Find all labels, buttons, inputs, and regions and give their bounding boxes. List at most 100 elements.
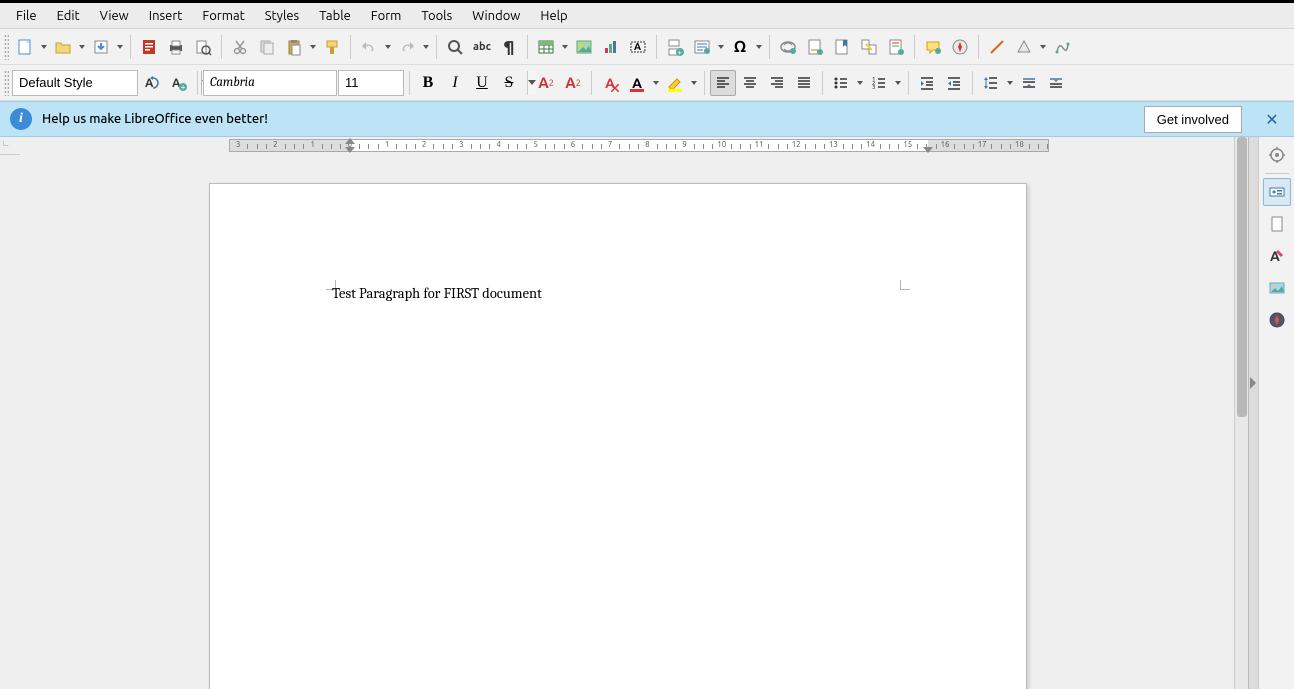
toolbar-grip[interactable]: [4, 70, 9, 96]
bold-button[interactable]: B: [415, 70, 441, 96]
cut-button[interactable]: [227, 34, 253, 60]
insert-field-button[interactable]: [689, 34, 715, 60]
open-button[interactable]: [50, 34, 76, 60]
clear-formatting-button[interactable]: A: [597, 70, 623, 96]
line-spacing-button[interactable]: [978, 70, 1004, 96]
new-style-button[interactable]: A+: [166, 70, 192, 96]
sidebar-settings-button[interactable]: [1263, 141, 1291, 169]
sidebar-styles-button[interactable]: A: [1263, 242, 1291, 270]
insert-image-button[interactable]: [571, 34, 597, 60]
toolbar-grip[interactable]: [4, 34, 9, 60]
menu-styles[interactable]: Styles: [255, 6, 309, 26]
scrollbar-thumb[interactable]: [1237, 137, 1247, 417]
export-pdf-button[interactable]: [136, 34, 162, 60]
bullet-list-dropdown[interactable]: [855, 70, 865, 96]
indent-marker[interactable]: [345, 147, 355, 153]
font-size-combo[interactable]: [338, 70, 404, 96]
insert-page-break-button[interactable]: +: [662, 34, 688, 60]
find-replace-button[interactable]: [442, 34, 468, 60]
track-changes-button[interactable]: [883, 34, 909, 60]
redo-button[interactable]: [394, 34, 420, 60]
paste-button[interactable]: [281, 34, 307, 60]
undo-dropdown[interactable]: [383, 34, 393, 60]
document-canvas[interactable]: Test Paragraph for FIRST document: [0, 155, 1234, 689]
update-style-button[interactable]: A: [139, 70, 165, 96]
get-involved-button[interactable]: Get involved: [1144, 106, 1242, 133]
document-body-text[interactable]: Test Paragraph for FIRST document: [332, 285, 904, 302]
highlight-button[interactable]: [662, 70, 688, 96]
sidebar-collapse-handle[interactable]: [1248, 137, 1258, 689]
insert-symbol-dropdown[interactable]: [754, 34, 764, 60]
decrease-para-spacing-button[interactable]: [1043, 70, 1069, 96]
insert-bookmark-button[interactable]: [829, 34, 855, 60]
subscript-button[interactable]: A2: [560, 70, 586, 96]
undo-button[interactable]: [356, 34, 382, 60]
bullet-list-button[interactable]: [828, 70, 854, 96]
insert-table-dropdown[interactable]: [560, 34, 570, 60]
navigator-button[interactable]: [947, 34, 973, 60]
sidebar-page-button[interactable]: [1263, 210, 1291, 238]
superscript-button[interactable]: A2: [533, 70, 559, 96]
insert-textbox-button[interactable]: A: [625, 34, 651, 60]
menu-insert[interactable]: Insert: [139, 6, 193, 26]
align-left-button[interactable]: [710, 70, 736, 96]
print-preview-button[interactable]: [190, 34, 216, 60]
page[interactable]: Test Paragraph for FIRST document: [209, 183, 1027, 689]
numbered-list-dropdown[interactable]: [893, 70, 903, 96]
redo-dropdown[interactable]: [421, 34, 431, 60]
save-dropdown[interactable]: [115, 34, 125, 60]
increase-para-spacing-button[interactable]: [1016, 70, 1042, 96]
draw-functions-button[interactable]: [1049, 34, 1075, 60]
save-button[interactable]: [88, 34, 114, 60]
menu-table[interactable]: Table: [309, 6, 361, 26]
insert-chart-button[interactable]: [598, 34, 624, 60]
open-dropdown[interactable]: [77, 34, 87, 60]
paragraph-style-combo[interactable]: [12, 70, 138, 96]
menu-form[interactable]: Form: [361, 6, 412, 26]
infobar-close-button[interactable]: ✕: [1260, 107, 1284, 131]
vertical-scrollbar[interactable]: [1234, 137, 1248, 689]
font-name-input[interactable]: [204, 75, 356, 90]
decrease-indent-button[interactable]: [941, 70, 967, 96]
horizontal-ruler[interactable]: 3210123456789101112131415161718: [20, 137, 1234, 155]
increase-indent-button[interactable]: [914, 70, 940, 96]
insert-symbol-button[interactable]: Ω: [727, 34, 753, 60]
sidebar-navigator-button[interactable]: [1263, 306, 1291, 334]
justify-button[interactable]: [791, 70, 817, 96]
copy-button[interactable]: [254, 34, 280, 60]
align-right-button[interactable]: [764, 70, 790, 96]
insert-footnote-button[interactable]: [802, 34, 828, 60]
basic-shapes-dropdown[interactable]: [1038, 34, 1048, 60]
menu-help[interactable]: Help: [530, 6, 577, 26]
insert-cross-ref-button[interactable]: [856, 34, 882, 60]
paste-dropdown[interactable]: [308, 34, 318, 60]
menu-view[interactable]: View: [90, 6, 139, 26]
line-tool-button[interactable]: [984, 34, 1010, 60]
insert-field-dropdown[interactable]: [716, 34, 726, 60]
font-color-dropdown[interactable]: [651, 70, 661, 96]
new-document-dropdown[interactable]: [39, 34, 49, 60]
sidebar-gallery-button[interactable]: [1263, 274, 1291, 302]
basic-shapes-button[interactable]: [1011, 34, 1037, 60]
new-document-button[interactable]: [12, 34, 38, 60]
strikethrough-button[interactable]: S: [496, 70, 522, 96]
sidebar-properties-button[interactable]: [1263, 178, 1291, 206]
line-spacing-dropdown[interactable]: [1005, 70, 1015, 96]
font-color-button[interactable]: A: [624, 70, 650, 96]
numbered-list-button[interactable]: 123: [866, 70, 892, 96]
print-button[interactable]: [163, 34, 189, 60]
italic-button[interactable]: I: [442, 70, 468, 96]
indent-marker-right[interactable]: [923, 147, 933, 153]
insert-hyperlink-button[interactable]: [775, 34, 801, 60]
formatting-marks-button[interactable]: ¶: [496, 34, 522, 60]
font-name-combo[interactable]: [203, 70, 337, 96]
clone-formatting-button[interactable]: [319, 34, 345, 60]
underline-button[interactable]: U: [469, 70, 495, 96]
menu-file[interactable]: File: [6, 6, 47, 26]
menu-tools[interactable]: Tools: [411, 6, 462, 26]
menu-format[interactable]: Format: [192, 6, 254, 26]
menu-edit[interactable]: Edit: [47, 6, 90, 26]
menu-window[interactable]: Window: [462, 6, 530, 26]
spellcheck-button[interactable]: abc: [469, 34, 495, 60]
indent-marker[interactable]: [345, 138, 355, 144]
